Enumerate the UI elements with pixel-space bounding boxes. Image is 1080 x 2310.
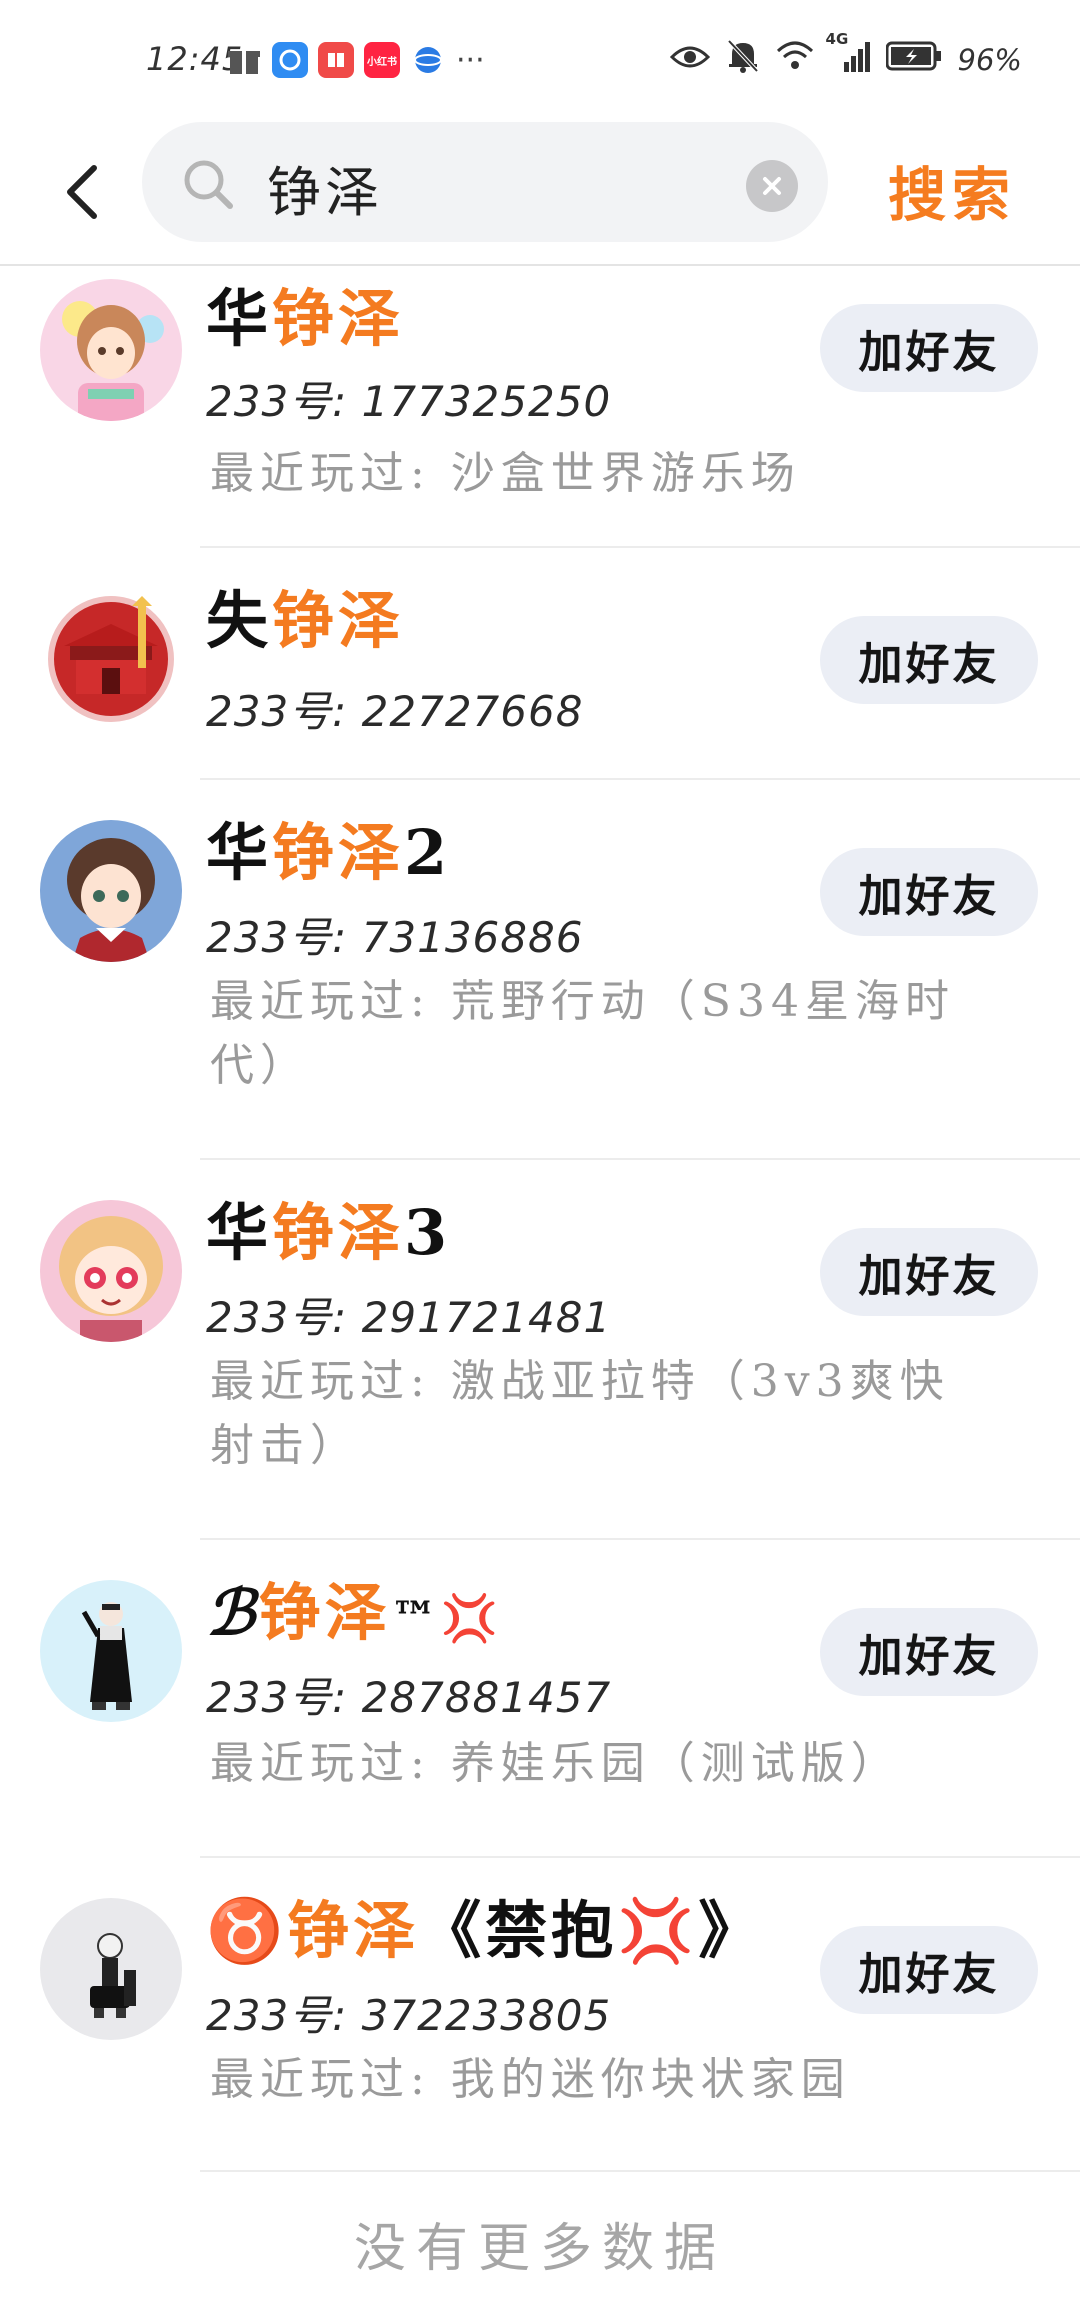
name-highlight: 铮泽 xyxy=(272,584,405,657)
battery-icon xyxy=(885,41,942,79)
avatar xyxy=(40,820,182,962)
user-name: 华铮泽2 xyxy=(206,802,451,892)
browser-icon xyxy=(410,42,446,78)
network-type-label: 4G xyxy=(825,30,849,48)
battery-percent: 96% xyxy=(957,43,1022,77)
avatar xyxy=(40,279,182,421)
user-id: 233号: 372233805 xyxy=(206,1991,612,2040)
avatar xyxy=(40,1200,182,1342)
avatar xyxy=(40,1580,182,1722)
user-id: 233号: 287881457 xyxy=(206,1673,612,1722)
name-suffix: 2 xyxy=(404,816,452,889)
add-friend-button[interactable]: 加好友 xyxy=(820,1608,1038,1696)
name-prefix: 华 xyxy=(206,816,273,889)
user-name: 失铮泽 xyxy=(206,570,404,660)
list-item[interactable]: 华铮泽3 233号: 291721481 最近玩过: 激战亚拉特（3v3爽快射击… xyxy=(0,1160,1080,1540)
user-id: 233号: 22727668 xyxy=(206,687,584,736)
name-highlight: 铮泽 xyxy=(272,816,405,889)
name-highlight: 铮泽 xyxy=(258,1576,391,1649)
xiaohongshu-icon: 小红书 xyxy=(364,42,400,78)
mute-bell-icon xyxy=(726,38,760,82)
add-friend-button[interactable]: 加好友 xyxy=(820,1228,1038,1316)
add-friend-button[interactable]: 加好友 xyxy=(820,848,1038,936)
eye-icon xyxy=(669,41,710,79)
list-item[interactable]: ♉铮泽《禁抱💢》 233号: 372233805 最近玩过: 我的迷你块状家园 … xyxy=(0,1858,1080,2172)
recently-played: 最近玩过: 我的迷你块状家园 xyxy=(210,2054,851,2105)
user-name: 华铮泽3 xyxy=(206,1182,451,1272)
add-friend-button[interactable]: 加好友 xyxy=(820,616,1038,704)
search-button[interactable]: 搜索 xyxy=(888,148,1016,232)
user-name: 华铮泽 xyxy=(206,268,404,358)
list-item[interactable]: 华铮泽2 233号: 73136886 最近玩过: 荒野行动（S34星海时代） … xyxy=(0,780,1080,1160)
user-id: 233号: 73136886 xyxy=(206,913,584,962)
add-friend-button[interactable]: 加好友 xyxy=(820,304,1038,392)
name-suffix: 3 xyxy=(404,1196,452,1269)
recently-played: 最近玩过: 激战亚拉特（3v3爽快射击） xyxy=(210,1356,950,1471)
name-prefix: 华 xyxy=(206,282,273,355)
avatar xyxy=(40,1898,182,2040)
gift-icon xyxy=(226,42,262,78)
app-blue-icon xyxy=(272,42,308,78)
name-prefix: 失 xyxy=(206,584,273,657)
notification-icons: 小红书 ··· xyxy=(226,42,485,78)
recently-played: 最近玩过: 养娃乐园（测试版） xyxy=(210,1738,901,1789)
search-icon xyxy=(184,160,233,209)
name-highlight: 铮泽 xyxy=(272,1196,405,1269)
status-indicators: 4G 96% xyxy=(669,30,1022,82)
name-prefix: ♉ xyxy=(206,1894,288,1967)
list-item[interactable]: ℬ铮泽™💢 233号: 287881457 最近玩过: 养娃乐园（测试版） 加好… xyxy=(0,1540,1080,1858)
user-name: ♉铮泽《禁抱💢》 xyxy=(206,1880,764,1970)
name-highlight: 铮泽 xyxy=(287,1894,420,1967)
user-id: 233号: 291721481 xyxy=(206,1293,612,1342)
wifi-icon xyxy=(776,41,814,79)
search-header: 铮泽 搜索 xyxy=(0,118,1080,266)
user-name: ℬ铮泽™💢 xyxy=(206,1562,502,1652)
clear-search-button[interactable] xyxy=(746,160,798,212)
more-notifications-icon: ··· xyxy=(456,42,485,78)
avatar xyxy=(40,588,182,730)
search-results-page: 12:45 小红书 ··· 4G 96% 铮泽 搜索 华铮泽 233号: 177… xyxy=(0,0,1080,2310)
user-result-list: 华铮泽 233号: 177325250 最近玩过: 沙盒世界游乐场 加好友 失铮… xyxy=(0,266,1080,2172)
name-suffix: ™💢 xyxy=(390,1591,503,1645)
book-app-icon xyxy=(318,42,354,78)
list-item[interactable]: 华铮泽 233号: 177325250 最近玩过: 沙盒世界游乐场 加好友 xyxy=(0,266,1080,548)
name-prefix: ℬ xyxy=(206,1576,259,1649)
status-bar: 12:45 小红书 ··· 4G 96% xyxy=(0,0,1080,118)
name-highlight: 铮泽 xyxy=(272,282,405,355)
divider xyxy=(200,2170,1080,2172)
recently-played: 最近玩过: 荒野行动（S34星海时代） xyxy=(210,976,955,1091)
chevron-left-icon xyxy=(67,165,97,219)
search-box[interactable]: 铮泽 xyxy=(142,122,828,242)
signal-icon: 4G xyxy=(826,30,870,80)
no-more-data-label: 没有更多数据 xyxy=(353,2219,726,2279)
list-item[interactable]: 失铮泽 233号: 22727668 加好友 xyxy=(0,548,1080,780)
recently-played: 最近玩过: 沙盒世界游乐场 xyxy=(210,448,801,499)
close-icon xyxy=(763,177,781,195)
back-button[interactable] xyxy=(52,152,112,232)
name-prefix: 华 xyxy=(206,1196,273,1269)
add-friend-button[interactable]: 加好友 xyxy=(820,1926,1038,2014)
search-input[interactable]: 铮泽 xyxy=(267,148,717,227)
name-suffix: 《禁抱💢》 xyxy=(419,1894,765,1967)
user-id: 233号: 177325250 xyxy=(206,377,612,426)
